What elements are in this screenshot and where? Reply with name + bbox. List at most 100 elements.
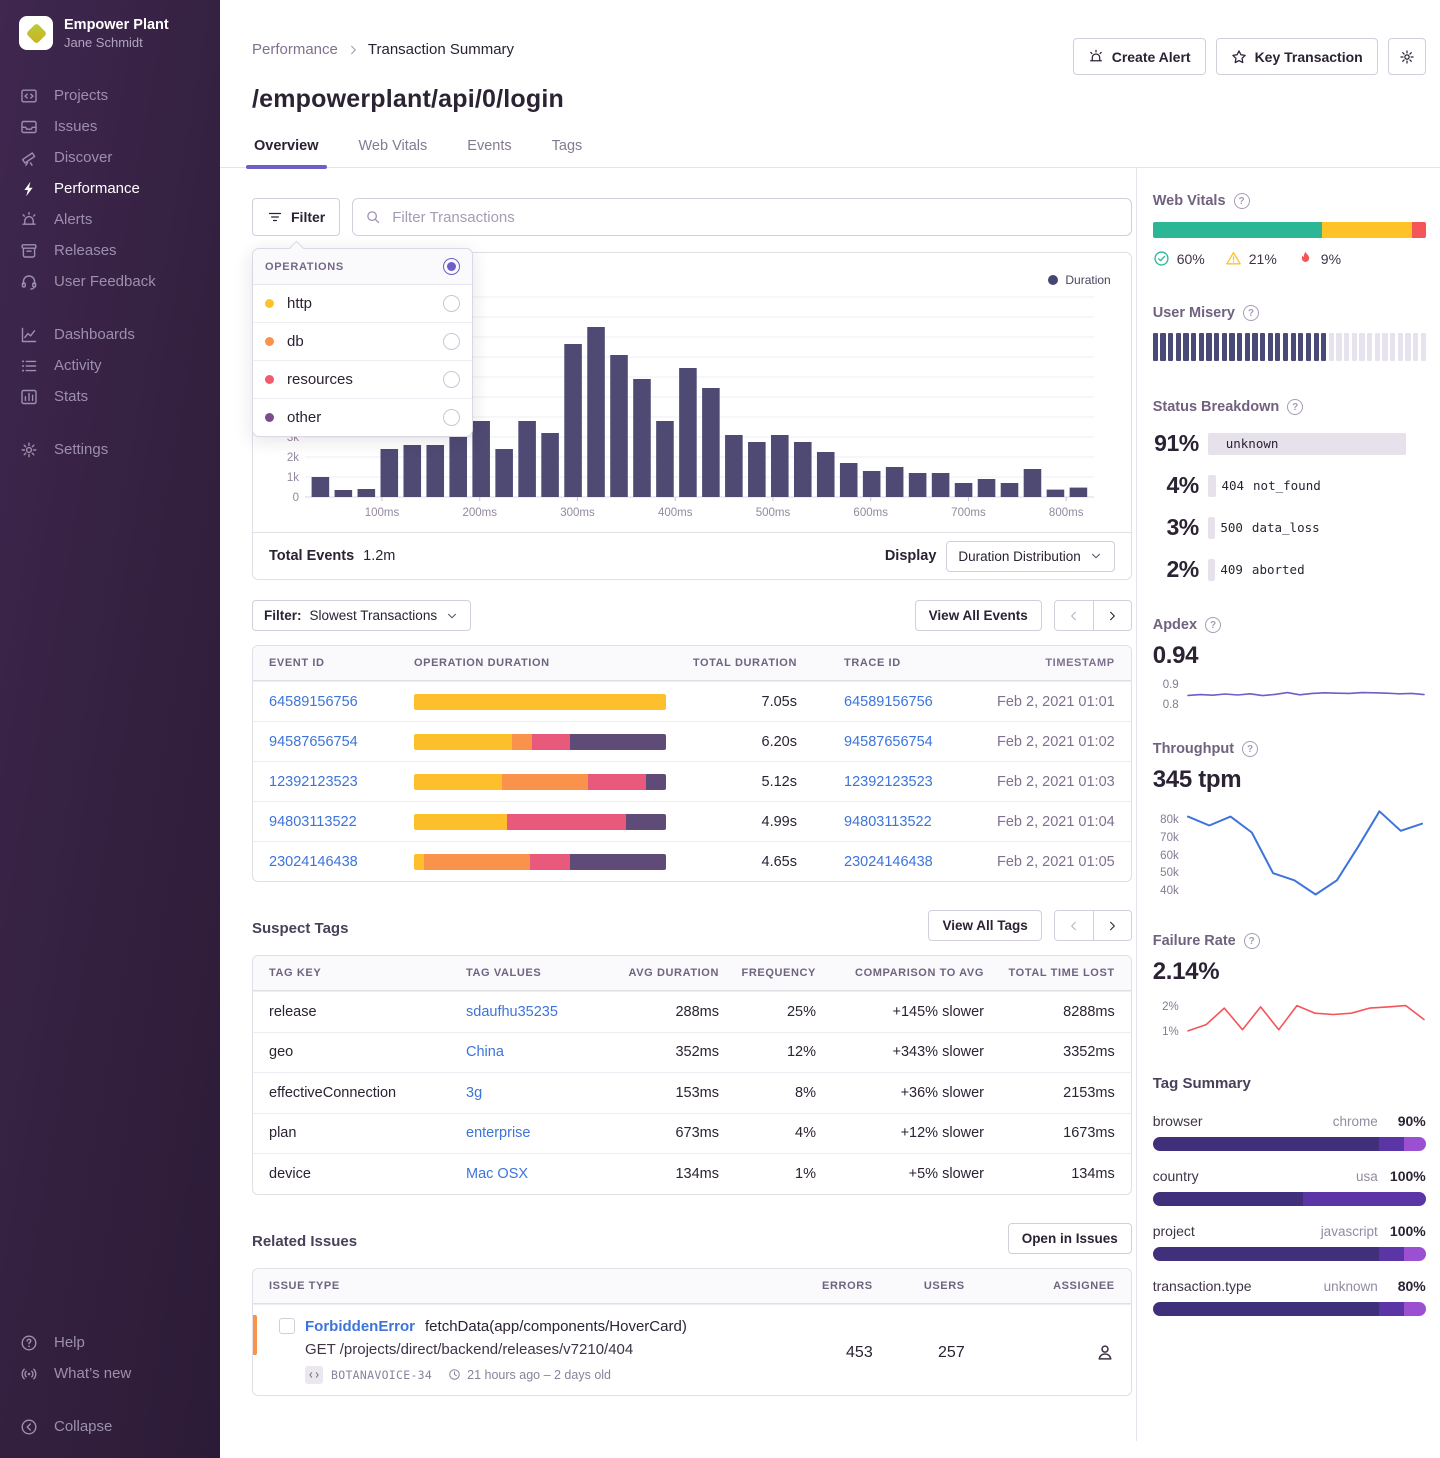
apdex-title: Apdex xyxy=(1153,617,1197,633)
transaction-settings-button[interactable] xyxy=(1388,38,1426,75)
assignee-icon[interactable] xyxy=(1095,1342,1115,1362)
sidebar-item-user-feedback[interactable]: User Feedback xyxy=(0,266,220,297)
tag-comparison: +5% slower xyxy=(816,1166,984,1182)
operation-item-label: db xyxy=(287,333,443,350)
status-row: 91% unknown xyxy=(1153,430,1426,457)
event-id-link[interactable]: 94587656754 xyxy=(269,734,358,750)
tags-next-page-button[interactable] xyxy=(1093,911,1131,940)
tab-tags[interactable]: Tags xyxy=(550,138,585,167)
summary-sidebar: Web Vitals 60% 21% 9% User Misery xyxy=(1136,168,1440,1441)
tag-summary-key: transaction.type xyxy=(1153,1278,1324,1294)
question-icon[interactable] xyxy=(1242,741,1258,757)
sidebar-item-discover[interactable]: Discover xyxy=(0,142,220,173)
svg-text:2k: 2k xyxy=(287,452,299,464)
events-filter-select[interactable]: Filter: Slowest Transactions xyxy=(252,600,471,631)
view-all-tags-button[interactable]: View All Tags xyxy=(928,910,1041,941)
open-in-issues-button[interactable]: Open in Issues xyxy=(1008,1223,1132,1254)
tab-overview[interactable]: Overview xyxy=(252,138,321,167)
question-icon[interactable] xyxy=(1244,933,1260,949)
throughput-sparkline xyxy=(1186,804,1424,903)
http-radio[interactable] xyxy=(443,295,460,312)
question-icon[interactable] xyxy=(1205,617,1221,633)
filter-icon xyxy=(267,209,283,225)
events-prev-page-button[interactable] xyxy=(1055,601,1093,630)
question-icon[interactable] xyxy=(1243,305,1259,321)
sidebar-item-collapse[interactable]: Collapse xyxy=(0,1411,220,1442)
operation-item-db[interactable]: db xyxy=(253,323,472,361)
dashboards-icon xyxy=(20,326,38,344)
trace-id-link[interactable]: 12392123523 xyxy=(844,774,933,790)
http-dot-icon xyxy=(265,299,274,308)
question-icon[interactable] xyxy=(1287,399,1303,415)
resources-radio[interactable] xyxy=(443,371,460,388)
event-id-link[interactable]: 64589156756 xyxy=(269,694,358,710)
trace-id-link[interactable]: 94587656754 xyxy=(844,734,933,750)
apdex-sparkline xyxy=(1186,680,1426,711)
sidebar-item-activity[interactable]: Activity xyxy=(0,350,220,381)
chart-legend[interactable]: Duration xyxy=(1048,273,1110,287)
sidebar-item-whats-new[interactable]: What’s new xyxy=(0,1358,220,1389)
sidebar-item-label: Issues xyxy=(54,118,97,135)
tags-prev-page-button[interactable] xyxy=(1055,911,1093,940)
trace-id-link[interactable]: 64589156756 xyxy=(844,694,933,710)
sidebar-item-settings[interactable]: Settings xyxy=(0,434,220,465)
org-switcher[interactable]: Empower Plant Jane Schmidt xyxy=(0,16,220,50)
filter-button[interactable]: Filter xyxy=(252,198,340,236)
tag-value-link[interactable]: 3g xyxy=(466,1085,482,1101)
status-code: 500 xyxy=(1220,520,1243,535)
trace-id-link[interactable]: 94803113522 xyxy=(844,814,932,830)
sidebar-item-projects[interactable]: Projects xyxy=(0,80,220,111)
tag-value-link[interactable]: Mac OSX xyxy=(466,1166,528,1182)
svg-text:1k: 1k xyxy=(287,472,299,484)
tag-value-link[interactable]: China xyxy=(466,1044,504,1060)
operations-dropdown-header[interactable]: OPERATIONS xyxy=(253,249,472,285)
vitals-poor-pct: 9% xyxy=(1321,251,1341,267)
tag-value-link[interactable]: enterprise xyxy=(466,1125,530,1141)
sidebar-item-releases[interactable]: Releases xyxy=(0,235,220,266)
event-id-link[interactable]: 23024146438 xyxy=(269,854,358,870)
col-tag-values: TAG VALUES xyxy=(466,967,616,979)
sidebar-item-stats[interactable]: Stats xyxy=(0,381,220,412)
operation-item-resources[interactable]: resources xyxy=(253,361,472,399)
tab-events[interactable]: Events xyxy=(465,138,513,167)
event-row: 23024146438 4.65s 23024146438 Feb 2, 202… xyxy=(253,841,1131,881)
event-id-link[interactable]: 12392123523 xyxy=(269,774,358,790)
trace-id-link[interactable]: 23024146438 xyxy=(844,854,933,870)
tag-summary-key: country xyxy=(1153,1168,1356,1184)
tag-summary-bar xyxy=(1153,1192,1426,1206)
question-icon[interactable] xyxy=(1234,193,1250,209)
operation-item-http[interactable]: http xyxy=(253,285,472,323)
issue-type-link[interactable]: ForbiddenError xyxy=(305,1318,415,1335)
db-radio[interactable] xyxy=(443,333,460,350)
tag-value-link[interactable]: sdaufhu35235 xyxy=(466,1004,558,1020)
operation-item-other[interactable]: other xyxy=(253,399,472,436)
breadcrumb-parent[interactable]: Performance xyxy=(252,41,338,58)
operation-item-label: other xyxy=(287,409,443,426)
svg-text:200ms: 200ms xyxy=(462,507,497,519)
other-radio[interactable] xyxy=(443,409,460,426)
tag-summary-pct: 100% xyxy=(1378,1168,1426,1184)
tag-summary-row: project javascript 100% xyxy=(1153,1223,1426,1261)
display-select[interactable]: Duration Distribution xyxy=(946,541,1114,572)
sidebar-item-performance[interactable]: Performance xyxy=(0,173,220,204)
status-bar xyxy=(1208,559,1216,581)
event-id-link[interactable]: 94803113522 xyxy=(269,814,357,830)
chevron-right-icon xyxy=(1105,609,1119,623)
operations-all-radio[interactable] xyxy=(443,258,460,275)
tab-web-vitals[interactable]: Web Vitals xyxy=(357,138,430,167)
search-icon xyxy=(365,209,381,225)
throughput-title: Throughput xyxy=(1153,741,1234,757)
create-alert-button[interactable]: Create Alert xyxy=(1073,38,1206,75)
sidebar-item-help[interactable]: Help xyxy=(0,1327,220,1358)
key-transaction-button[interactable]: Key Transaction xyxy=(1216,38,1378,75)
sidebar-item-dashboards[interactable]: Dashboards xyxy=(0,319,220,350)
issue-culprit: fetchData(app/components/HoverCard) xyxy=(425,1318,687,1335)
warning-icon xyxy=(1225,250,1242,267)
search-input[interactable] xyxy=(390,208,1118,227)
view-all-events-button[interactable]: View All Events xyxy=(915,600,1042,631)
events-next-page-button[interactable] xyxy=(1093,601,1131,630)
sidebar-item-alerts[interactable]: Alerts xyxy=(0,204,220,235)
issue-checkbox[interactable] xyxy=(279,1318,295,1334)
sidebar-item-issues[interactable]: Issues xyxy=(0,111,220,142)
tag-summary-section: Tag Summary browser chrome 90% country u… xyxy=(1153,1075,1426,1316)
